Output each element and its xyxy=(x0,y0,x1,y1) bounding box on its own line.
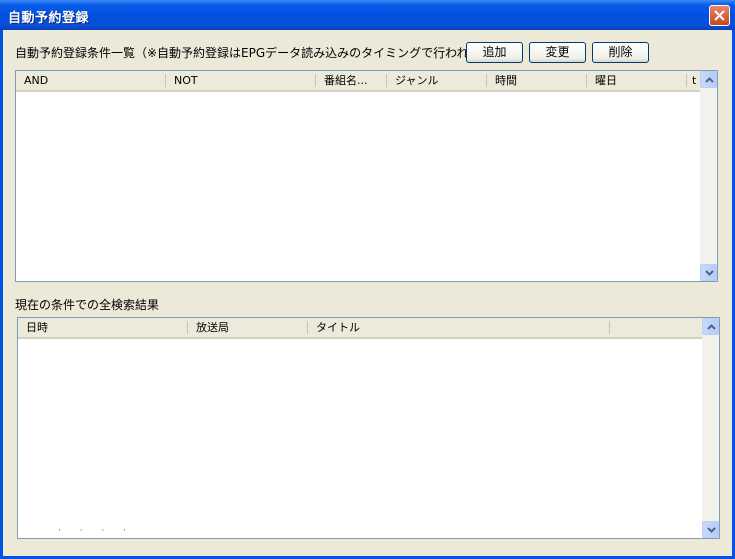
row-fragment: · · · · xyxy=(58,526,135,536)
conditions-label: 自動予約登録条件一覧（※自動予約登録はEPGデータ読み込みのタイミングで行われま… xyxy=(15,46,505,60)
col-program-name[interactable]: 番組名... xyxy=(316,71,387,90)
chevron-up-icon xyxy=(707,324,716,330)
col-weekday[interactable]: 曜日 xyxy=(587,71,687,90)
title-bar[interactable]: 自動予約登録 xyxy=(0,0,735,30)
window-title: 自動予約登録 xyxy=(8,11,90,26)
conditions-list[interactable]: AND NOT 番組名... ジャンル 時間 曜日 t xyxy=(15,70,718,282)
col-title[interactable]: タイトル xyxy=(308,318,610,337)
results-header: 日時 放送局 タイトル xyxy=(18,318,702,339)
results-list[interactable]: 日時 放送局 タイトル · · · · xyxy=(17,317,720,539)
chevron-down-icon xyxy=(705,270,714,276)
chevron-up-icon xyxy=(705,77,714,83)
scroll-down-button[interactable] xyxy=(700,264,717,281)
results-scrollbar[interactable] xyxy=(702,318,719,538)
col-datetime[interactable]: 日時 xyxy=(18,318,188,337)
scroll-up-button[interactable] xyxy=(702,318,719,335)
col-not[interactable]: NOT xyxy=(166,71,316,90)
col-empty[interactable] xyxy=(610,318,702,337)
col-time[interactable]: 時間 xyxy=(487,71,587,90)
col-more[interactable]: t xyxy=(687,71,700,90)
close-button[interactable] xyxy=(709,5,730,26)
add-button[interactable]: 追加 xyxy=(466,42,523,63)
auto-reservation-window: 自動予約登録 自動予約登録条件一覧（※自動予約登録はEPGデータ読み込みのタイミ… xyxy=(0,0,735,559)
close-icon xyxy=(714,10,725,21)
change-button[interactable]: 変更 xyxy=(529,42,586,63)
results-label: 現在の条件での全検索結果 xyxy=(15,298,160,312)
conditions-header: AND NOT 番組名... ジャンル 時間 曜日 t xyxy=(16,71,700,92)
delete-button[interactable]: 削除 xyxy=(592,42,649,63)
col-and[interactable]: AND xyxy=(16,71,166,90)
col-genre[interactable]: ジャンル xyxy=(387,71,487,90)
col-station[interactable]: 放送局 xyxy=(188,318,308,337)
conditions-scrollbar[interactable] xyxy=(700,71,717,281)
scroll-down-button[interactable] xyxy=(702,521,719,538)
chevron-down-icon xyxy=(707,527,716,533)
scroll-up-button[interactable] xyxy=(700,71,717,88)
